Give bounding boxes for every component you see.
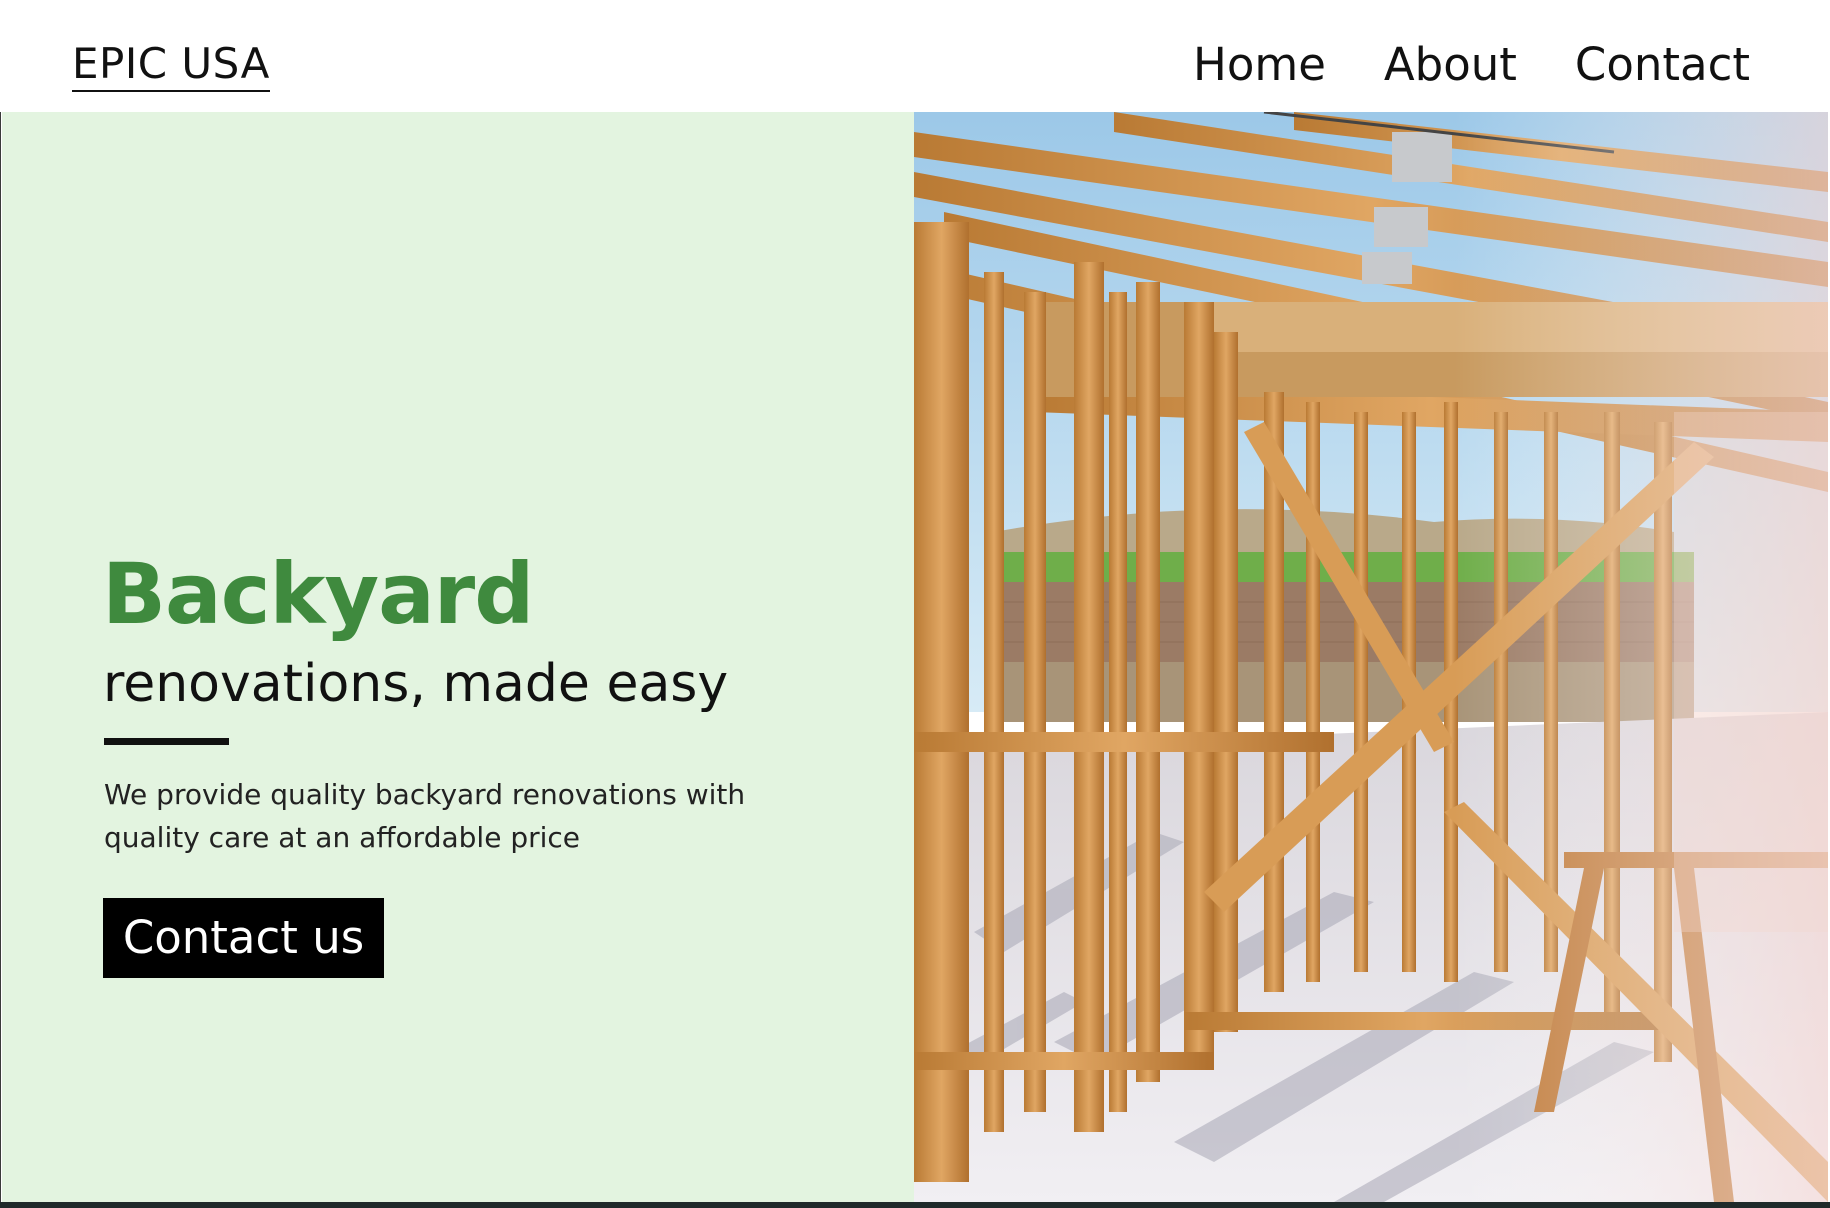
hero-description: We provide quality backyard renovations … <box>104 778 746 854</box>
nav-link-contact[interactable]: Contact <box>1575 38 1750 92</box>
nav-link-home[interactable]: Home <box>1193 38 1326 92</box>
hero-headline: Backyard <box>102 545 534 643</box>
site-logo-link[interactable]: EPIC USA <box>72 40 270 92</box>
construction-frame-photo <box>914 112 1828 1202</box>
hero-image <box>914 112 1828 1202</box>
hero-divider <box>104 738 229 745</box>
hero-text-panel: Backyard renovations, made easy We provi… <box>2 112 914 1202</box>
top-navbar: EPIC USA Home About Contact <box>0 0 1830 112</box>
contact-us-button[interactable]: Contact us <box>103 898 384 978</box>
hero-subheadline: renovations, made easy <box>103 654 729 714</box>
nav-link-about[interactable]: About <box>1384 38 1517 92</box>
bottom-edge-bar <box>0 1202 1830 1208</box>
main-nav: Home About Contact <box>1193 38 1750 92</box>
